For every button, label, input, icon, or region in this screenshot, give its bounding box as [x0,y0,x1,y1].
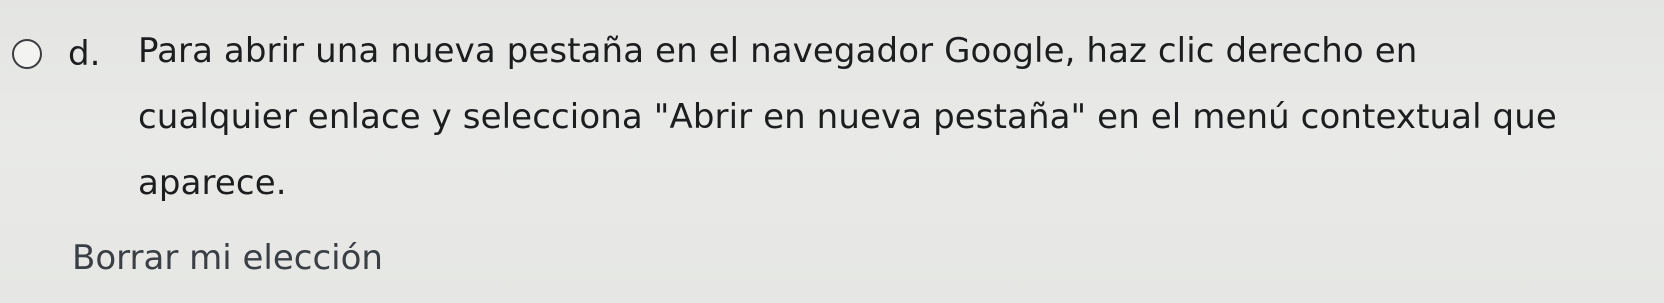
radio-button-option-d[interactable] [12,39,42,69]
option-text: Para abrir una nueva pestaña en el naveg… [138,18,1648,216]
option-letter: d. [68,34,101,74]
option-text-line-2: cualquier enlace y selecciona "Abrir en … [138,97,1557,137]
option-text-line-1: Para abrir una nueva pestaña en el naveg… [138,31,1418,71]
answer-option-d[interactable]: d. Para abrir una nueva pestaña en el na… [0,0,1664,220]
option-text-line-3: aparece. [138,163,287,203]
clear-choice-link[interactable]: Borrar mi elección [72,238,383,278]
